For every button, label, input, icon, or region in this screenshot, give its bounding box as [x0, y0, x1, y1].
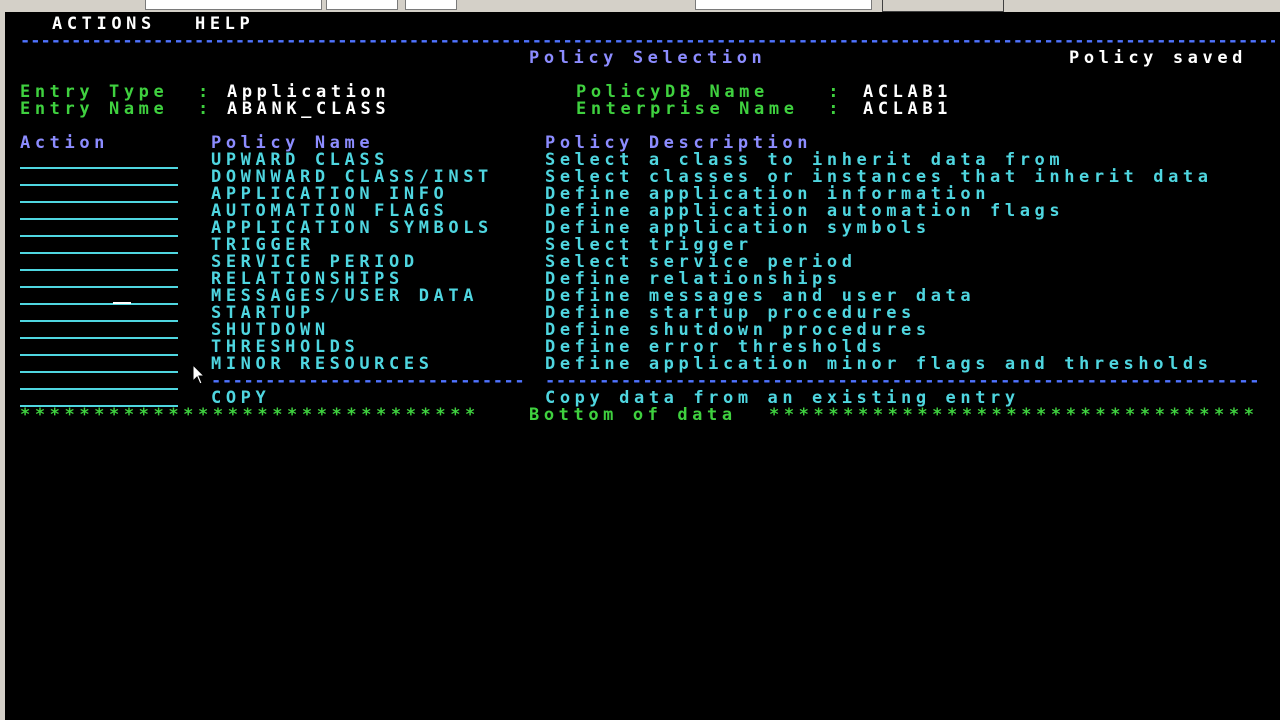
action-input[interactable] — [20, 218, 178, 220]
toolbar-field[interactable] — [695, 0, 872, 10]
mouse-pointer-icon — [192, 363, 206, 391]
toolbar-field[interactable] — [145, 0, 322, 10]
toolbar-button[interactable] — [882, 0, 1004, 12]
action-input[interactable] — [20, 235, 178, 237]
enterprise-name-value: ACLAB1 — [863, 99, 953, 119]
action-input[interactable] — [20, 201, 178, 203]
action-input[interactable] — [20, 337, 178, 339]
action-input[interactable] — [20, 320, 178, 322]
page-title: Policy Selection — [529, 48, 767, 68]
action-column-header: Action — [20, 133, 110, 153]
menu-help[interactable]: HELP — [195, 16, 254, 33]
action-input[interactable] — [20, 184, 178, 186]
menu-actions[interactable]: ACTIONS — [52, 16, 156, 33]
action-input[interactable] — [20, 269, 178, 271]
action-input[interactable] — [20, 303, 178, 305]
status-message: Policy saved — [1069, 48, 1248, 68]
terminal-screen[interactable]: ACTIONS HELP ---------------------------… — [5, 12, 1280, 720]
entry-name-label: Entry Name : — [20, 99, 213, 119]
bottom-of-data-label: Bottom of data — [529, 405, 737, 425]
bottom-stars-left: ******************************* — [20, 407, 480, 424]
action-input[interactable] — [20, 167, 178, 169]
action-input[interactable] — [20, 388, 178, 390]
policy-description: Define application minor flags and thres… — [545, 354, 1213, 374]
bottom-stars-right: ********************************* — [769, 407, 1259, 424]
action-input[interactable] — [20, 252, 178, 254]
toolbar-field[interactable] — [405, 0, 457, 10]
action-input[interactable] — [20, 371, 178, 373]
text-cursor — [113, 302, 131, 304]
action-input[interactable] — [20, 286, 178, 288]
toolbar-field[interactable] — [326, 0, 398, 10]
enterprise-name-label: Enterprise Name : — [576, 99, 844, 119]
entry-name-value: ABANK_CLASS — [227, 99, 391, 119]
policy-name[interactable]: MINOR RESOURCES — [211, 356, 434, 373]
policy-name-copy[interactable]: COPY — [211, 390, 270, 407]
action-input[interactable] — [20, 354, 178, 356]
